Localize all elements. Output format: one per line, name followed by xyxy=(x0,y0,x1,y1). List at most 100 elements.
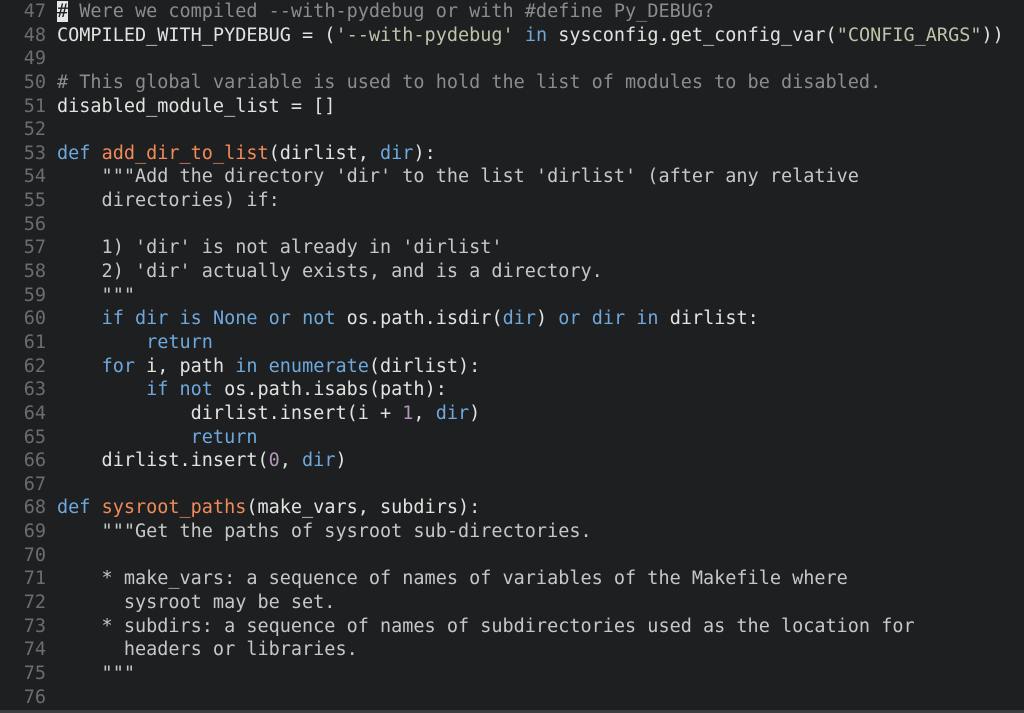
code-token: 0 xyxy=(268,450,280,472)
code-line[interactable]: 74 headers or libraries. xyxy=(0,638,1024,662)
code-line[interactable]: 55 directories) if: xyxy=(0,189,1024,213)
code-line[interactable]: 67 xyxy=(0,473,1024,497)
code-token: or xyxy=(558,308,581,330)
code-text[interactable]: dirlist.insert(0, dir) xyxy=(57,449,347,473)
code-text[interactable]: directories) if: xyxy=(57,189,280,213)
code-text[interactable]: dirlist.insert(i + 1, dir) xyxy=(57,402,481,426)
line-number: 66 xyxy=(23,450,46,472)
line-number: 73 xyxy=(23,615,46,637)
code-token: (dirlist, xyxy=(268,142,381,164)
code-text[interactable]: sysroot may be set. xyxy=(57,591,336,615)
line-number: 63 xyxy=(23,379,46,401)
code-text[interactable]: """Get the paths of sysroot sub-director… xyxy=(57,520,592,544)
line-number: 48 xyxy=(23,24,46,46)
code-text[interactable]: if dir is None or not os.path.isdir(dir)… xyxy=(57,307,759,331)
code-line[interactable]: 75 """ xyxy=(0,662,1024,686)
line-number: 76 xyxy=(23,686,46,708)
code-line[interactable]: 73 * subdirs: a sequence of names of sub… xyxy=(0,615,1024,639)
code-line[interactable]: 49 xyxy=(0,47,1024,71)
code-line[interactable]: 71 * make_vars: a sequence of names of v… xyxy=(0,567,1024,591)
code-text[interactable]: # Were we compiled --with-pydebug or wit… xyxy=(57,0,714,24)
code-text[interactable]: return xyxy=(57,426,258,450)
code-text[interactable]: * make_vars: a sequence of names of vari… xyxy=(57,567,848,591)
code-line[interactable]: 60 if dir is None or not os.path.isdir(d… xyxy=(0,307,1024,331)
code-line[interactable]: 54 """Add the directory 'dir' to the lis… xyxy=(0,165,1024,189)
line-number: 71 xyxy=(23,568,46,590)
code-text[interactable]: def sysroot_paths(make_vars, subdirs): xyxy=(57,496,480,520)
line-number: 62 xyxy=(23,355,46,377)
code-text[interactable]: 1) 'dir' is not already in 'dirlist' xyxy=(57,236,503,260)
code-text[interactable]: for i, path in enumerate(dirlist): xyxy=(57,355,481,379)
code-line[interactable]: 56 xyxy=(0,213,1024,237)
code-line[interactable]: 76 xyxy=(0,686,1024,710)
line-number: 50 xyxy=(23,71,46,93)
code-token: disabled_module_list = [] xyxy=(57,95,336,117)
line-number: 47 xyxy=(23,1,46,22)
code-token: or xyxy=(268,308,291,330)
code-token: * make_vars: a sequence of names of vari… xyxy=(57,568,848,590)
code-lines[interactable]: 47 # Were we compiled --with-pydebug or w… xyxy=(0,0,1024,709)
code-text[interactable]: 2) 'dir' actually exists, and is a direc… xyxy=(57,260,603,284)
code-line[interactable]: 57 1) 'dir' is not already in 'dirlist' xyxy=(0,236,1024,260)
code-token: in xyxy=(636,308,659,330)
code-token: sysroot_paths xyxy=(101,497,247,519)
code-text[interactable]: # This global variable is used to hold t… xyxy=(57,71,881,95)
code-line[interactable]: 61 return xyxy=(0,331,1024,355)
code-line[interactable]: 66 dirlist.insert(0, dir) xyxy=(0,449,1024,473)
code-line[interactable]: 69 """Get the paths of sysroot sub-direc… xyxy=(0,520,1024,544)
line-number: 51 xyxy=(23,95,46,117)
code-token: sysconfig.get_config_var( xyxy=(547,24,837,46)
code-text[interactable]: COMPILED_WITH_PYDEBUG = ('--with-pydebug… xyxy=(57,24,1004,48)
code-text[interactable]: """ xyxy=(57,284,135,308)
line-number: 49 xyxy=(23,48,46,70)
line-number: 74 xyxy=(23,639,46,661)
code-line[interactable]: 72 sysroot may be set. xyxy=(0,591,1024,615)
code-token: * subdirs: a sequence of names of subdir… xyxy=(57,615,915,637)
code-editor[interactable]: 47 # Were we compiled --with-pydebug or w… xyxy=(0,0,1024,713)
code-token: ) xyxy=(536,308,559,330)
line-number: 70 xyxy=(23,544,46,566)
code-text[interactable]: * subdirs: a sequence of names of subdir… xyxy=(57,615,915,639)
code-token: not xyxy=(179,379,213,401)
code-line[interactable]: 62 for i, path in enumerate(dirlist): xyxy=(0,355,1024,379)
code-line[interactable]: 59 """ xyxy=(0,284,1024,308)
line-number: 64 xyxy=(23,402,46,424)
code-line[interactable]: 47 # Were we compiled --with-pydebug or w… xyxy=(0,0,1024,24)
line-number: 67 xyxy=(23,473,46,495)
code-line[interactable]: 65 return xyxy=(0,426,1024,450)
code-text[interactable]: disabled_module_list = [] xyxy=(57,95,335,119)
code-text[interactable]: if not os.path.isabs(path): xyxy=(57,378,447,402)
code-token: )) xyxy=(981,24,1004,46)
code-token: sysroot may be set. xyxy=(57,592,336,614)
code-token: 2) 'dir' actually exists, and is a direc… xyxy=(57,261,603,283)
code-line[interactable]: 50 # This global variable is used to hold… xyxy=(0,71,1024,95)
code-text[interactable]: def add_dir_to_list(dirlist, dir): xyxy=(57,142,436,166)
code-line[interactable]: 48 COMPILED_WITH_PYDEBUG = ('--with-pydeb… xyxy=(0,24,1024,48)
code-token: dirlist.insert(i + xyxy=(57,402,403,424)
code-line[interactable]: 70 xyxy=(0,544,1024,568)
code-token: , xyxy=(413,402,436,424)
code-line[interactable]: 68 def sysroot_paths(make_vars, subdirs): xyxy=(0,496,1024,520)
code-token: dirlist: xyxy=(658,308,759,330)
line-number: 60 xyxy=(23,308,46,330)
code-token: dir xyxy=(435,402,470,424)
code-line[interactable]: 52 xyxy=(0,118,1024,142)
code-line[interactable]: 58 2) 'dir' actually exists, and is a di… xyxy=(0,260,1024,284)
code-text[interactable]: headers or libraries. xyxy=(57,638,358,662)
code-text[interactable]: """Add the directory 'dir' to the list '… xyxy=(57,165,859,189)
code-line[interactable]: 51 disabled_module_list = [] xyxy=(0,95,1024,119)
code-line[interactable]: 53 def add_dir_to_list(dirlist, dir): xyxy=(0,142,1024,166)
line-number: 59 xyxy=(23,284,46,306)
code-text[interactable]: """ xyxy=(57,662,135,686)
code-line[interactable]: 64 dirlist.insert(i + 1, dir) xyxy=(0,402,1024,426)
code-text[interactable]: return xyxy=(57,331,213,355)
code-token: ) xyxy=(335,450,347,472)
code-line[interactable]: 63 if not os.path.isabs(path): xyxy=(0,378,1024,402)
